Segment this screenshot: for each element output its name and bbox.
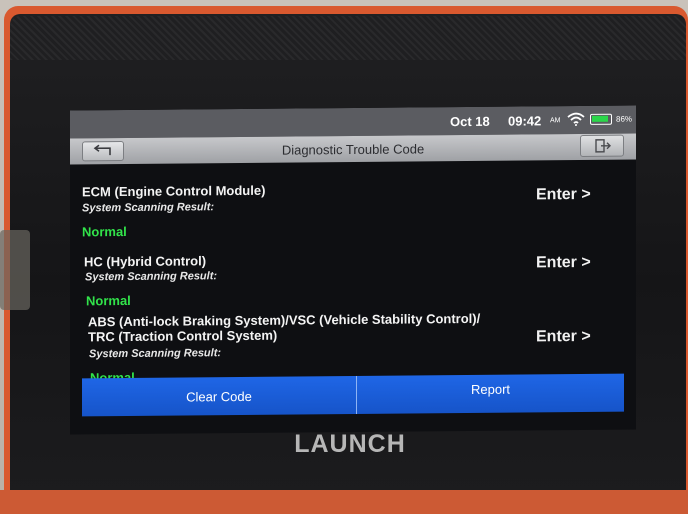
status-ampm: AM: [550, 117, 561, 125]
brand-logo: LAUNCH: [294, 430, 406, 458]
scan-status: Normal: [82, 223, 127, 240]
device-bottom-edge: [0, 490, 688, 514]
system-row-ecm[interactable]: ECM (Engine Control Module) System Scann…: [70, 166, 636, 240]
battery-icon: [590, 113, 612, 125]
enter-button[interactable]: Enter >: [536, 254, 591, 272]
enter-button[interactable]: Enter >: [536, 328, 591, 346]
status-time: 09:42: [508, 113, 542, 129]
action-bar: Clear Code Report: [82, 373, 624, 417]
system-row-hc[interactable]: HC (Hybrid Control) System Scanning Resu…: [70, 236, 636, 308]
system-name: ABS (Anti-lock Braking System)/VSC (Vehi…: [88, 310, 481, 345]
exit-icon: [595, 139, 611, 153]
bezel-texture: [10, 16, 686, 60]
scan-status: Normal: [86, 292, 131, 309]
report-button[interactable]: Report: [357, 374, 624, 414]
title-bar: Diagnostic Trouble Code: [70, 133, 636, 165]
strap: [0, 230, 30, 310]
system-name: ECM (Engine Control Module): [82, 182, 266, 200]
scan-result-label: System Scanning Result:: [82, 201, 215, 215]
system-row-abs[interactable]: ABS (Anti-lock Braking System)/VSC (Vehi…: [70, 306, 636, 385]
scan-result-label: System Scanning Result:: [85, 270, 218, 284]
system-name: HC (Hybrid Control): [84, 253, 207, 270]
clear-code-button[interactable]: Clear Code: [82, 376, 356, 416]
page-title: Diagnostic Trouble Code: [281, 141, 425, 158]
status-date: Oct 18: [450, 113, 490, 130]
screen: Oct 18 09:42 AM 86% Diagnostic Trouble C…: [70, 105, 636, 435]
battery-percent: 86%: [616, 114, 633, 124]
exit-button[interactable]: [580, 134, 624, 158]
wifi-icon: [567, 112, 585, 127]
scan-result-label: System Scanning Result:: [89, 347, 222, 361]
battery-level: [592, 115, 608, 122]
enter-button[interactable]: Enter >: [536, 186, 591, 204]
